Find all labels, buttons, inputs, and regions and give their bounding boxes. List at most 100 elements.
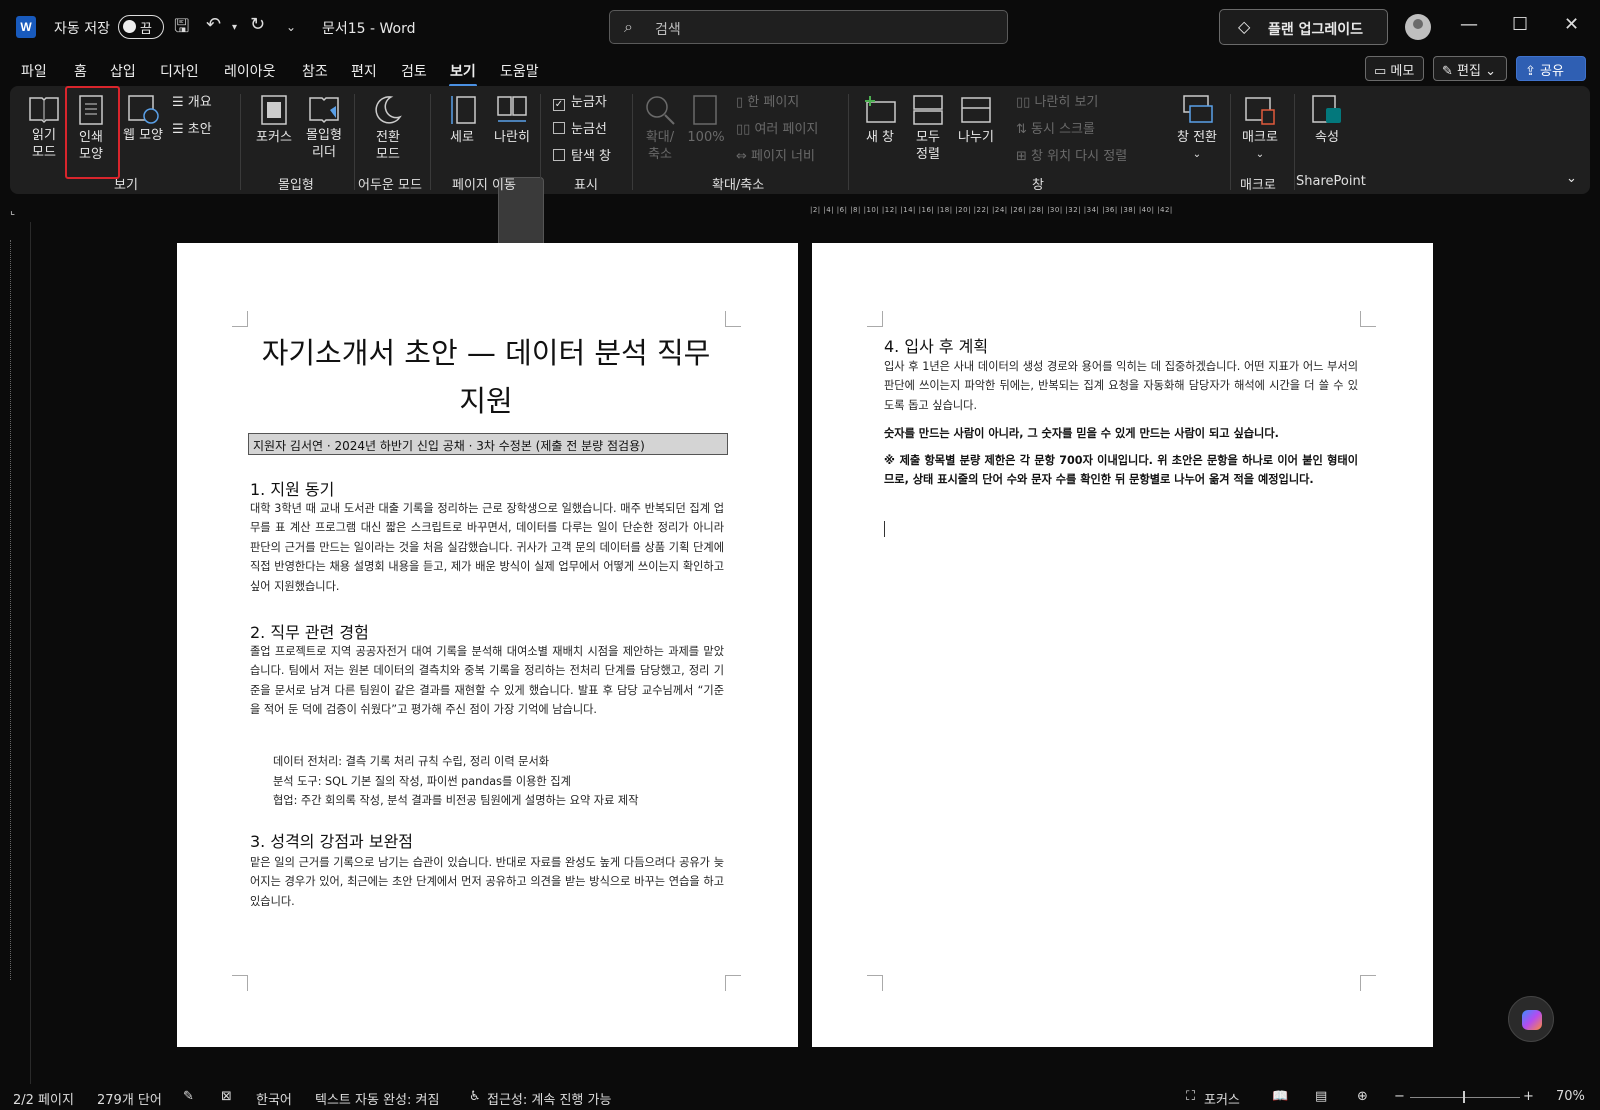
page-width-icon: ⇔	[736, 149, 752, 164]
chevron-down-icon: ⌄	[1192, 149, 1202, 160]
avatar[interactable]	[1405, 14, 1431, 40]
tab-file[interactable]: 파일	[21, 61, 47, 81]
track-changes-icon[interactable]: ⊠	[221, 1089, 232, 1104]
draft-button[interactable]: ☰ 초안	[172, 121, 232, 138]
chevron-down-icon: ⌄	[1255, 149, 1265, 160]
close-icon[interactable]: ✕	[1564, 14, 1579, 35]
divider	[1230, 94, 1231, 190]
gridlines-checkbox[interactable]: 눈금선	[553, 121, 607, 138]
one-page-button[interactable]: ▯ 한 페이지	[736, 94, 799, 111]
divider	[354, 94, 355, 190]
zoom-level[interactable]: 70%	[1556, 1089, 1585, 1104]
horizontal-ruler[interactable]: |2| |4| |6| |8| |10| |12| |14| |16| |18|…	[810, 206, 1434, 218]
document-page-1[interactable]: 자기소개서 초안 — 데이터 분석 직무 지원 지원자 김서연 · 2024년 …	[177, 243, 798, 1047]
switch-mode-button[interactable]: 전환 모드	[368, 94, 408, 163]
side-by-side-button[interactable]: 나란히	[488, 94, 536, 146]
tab-review[interactable]: 검토	[401, 61, 427, 81]
macros-label: 매크로	[1242, 130, 1278, 145]
page-width-label: 페이지 너비	[751, 149, 815, 164]
split-icon	[961, 97, 991, 123]
zoom-100-button[interactable]: 100%	[686, 94, 726, 146]
vertical-ruler[interactable]	[10, 240, 22, 980]
focus-button[interactable]: 포커스	[252, 94, 296, 146]
tab-view[interactable]: 보기	[449, 61, 477, 87]
tab-stop-icon[interactable]: ⌞	[10, 204, 15, 217]
web-layout-icon[interactable]: ⊕	[1357, 1089, 1368, 1104]
redo-icon[interactable]: ↻	[250, 14, 265, 35]
sync-scroll-button[interactable]: ⇅ 동시 스크롤	[1016, 121, 1095, 138]
customize-qat-icon[interactable]: ⌄	[286, 20, 296, 34]
new-window-button[interactable]: 새 창	[860, 94, 900, 146]
zoom-out-icon[interactable]: −	[1394, 1089, 1405, 1104]
maximize-icon[interactable]: ☐	[1512, 14, 1528, 35]
divider	[848, 94, 849, 190]
zoom-slider[interactable]	[1410, 1097, 1520, 1098]
tab-layout[interactable]: 레이아웃	[224, 61, 276, 81]
nav-pane-label: 탐색 창	[571, 149, 612, 164]
tab-design[interactable]: 디자인	[160, 61, 199, 81]
word-count[interactable]: 279개 단어	[97, 1089, 162, 1108]
undo-dropdown-icon[interactable]: ▾	[232, 22, 237, 33]
search-box[interactable]: ⌕ 검색	[609, 10, 1008, 44]
upgrade-plan-button[interactable]: ◇ 플랜 업그레이드	[1219, 9, 1388, 45]
read-mode-button[interactable]: 읽기 모드	[26, 94, 62, 161]
view-side-by-side-button[interactable]: ▯▯ 나란히 보기	[1016, 94, 1098, 111]
save-icon[interactable]: 🖫	[174, 14, 189, 44]
nav-pane-checkbox[interactable]: 탐색 창	[553, 148, 611, 165]
focus-icon: ⛶	[1186, 1089, 1196, 1104]
autosave-label: 자동 저장	[54, 21, 110, 37]
web-layout-button[interactable]: 웹 모양	[118, 94, 168, 144]
minimize-icon[interactable]: —	[1460, 14, 1478, 35]
multi-page-button[interactable]: ▯▯ 여러 페이지	[736, 121, 818, 138]
reset-window-button[interactable]: ⊞ 창 위치 다시 정렬	[1016, 148, 1127, 165]
accessibility-status[interactable]: 접근성: 계속 진행 가능	[487, 1089, 611, 1108]
properties-button[interactable]: 속성	[1304, 94, 1350, 146]
switch-window-label: 창 전환	[1176, 130, 1217, 145]
print-layout-icon[interactable]: ▤	[1315, 1089, 1327, 1104]
draft-label: 초안	[187, 122, 212, 137]
arrange-all-button[interactable]: 모두 정렬	[908, 94, 948, 163]
read-mode-icon[interactable]: 📖	[1272, 1089, 1288, 1104]
collapse-ribbon-icon[interactable]: ⌄	[1566, 170, 1577, 187]
split-button[interactable]: 나누기	[954, 94, 998, 146]
zoom-button[interactable]: 확대/ 축소	[640, 94, 680, 163]
outline-button[interactable]: ☰ 개요	[172, 94, 232, 111]
tab-references[interactable]: 참조	[302, 61, 328, 81]
one-page-icon: ▯	[736, 95, 748, 110]
crop-mark	[1360, 975, 1376, 991]
immersive-reader-button[interactable]: 몰입형 리더	[300, 94, 348, 161]
switch-window-button[interactable]: 창 전환 ⌄	[1172, 94, 1222, 163]
tab-mailings[interactable]: 편지	[351, 61, 377, 81]
document-page-2[interactable]: 4. 입사 후 계획 입사 후 1년은 사내 데이터의 생성 경로와 용어를 익…	[812, 243, 1433, 1047]
zoom-in-icon[interactable]: +	[1523, 1089, 1534, 1104]
tab-insert[interactable]: 삽입	[110, 61, 136, 81]
tab-home[interactable]: 홈	[74, 61, 87, 81]
paragraph-3: 맡은 일의 근거를 기록으로 남기는 습관이 있습니다. 반대로 자료를 완성도…	[250, 856, 724, 908]
list-item: 분석 도구: SQL 기본 질의 작성, 파이썬 pandas를 이용한 집계	[273, 775, 571, 788]
focus-status[interactable]: 포커스	[1204, 1089, 1240, 1108]
proofing-icon[interactable]: ✎	[183, 1089, 194, 1104]
autocomplete-status[interactable]: 텍스트 자동 완성: 켜짐	[315, 1089, 439, 1108]
document-title: 문서15 - Word	[322, 21, 416, 37]
copilot-button[interactable]	[1508, 996, 1554, 1042]
memo-button[interactable]: ▭ 메모	[1365, 56, 1424, 81]
macros-button[interactable]: 매크로 ⌄	[1238, 94, 1282, 163]
bold-note: ※ 제출 항목별 분량 제한은 각 문항 700자 이내입니다. 위 초안은 문…	[884, 454, 1358, 487]
share-button[interactable]: ⇪ 공유 ⌄	[1516, 56, 1586, 94]
list-item: 데이터 전처리: 결측 기록 처리 규칙 수립, 정리 이력 문서화	[273, 755, 550, 768]
page-width-button[interactable]: ⇔ 페이지 너비	[736, 148, 815, 165]
share-label: 공유	[1540, 64, 1564, 79]
zoom-slider-thumb[interactable]	[1463, 1091, 1465, 1103]
crop-mark	[1360, 311, 1376, 327]
web-layout-label: 웹 모양	[122, 128, 163, 143]
undo-icon[interactable]: ↶	[206, 14, 221, 35]
page-count[interactable]: 2/2 페이지	[13, 1089, 74, 1108]
properties-label: 속성	[1315, 130, 1339, 145]
ruler-checkbox[interactable]: ✓ 눈금자	[553, 94, 607, 111]
magnifier-icon	[646, 96, 675, 125]
vertical-button[interactable]: 세로	[442, 94, 482, 146]
language-status[interactable]: 한국어	[256, 1089, 292, 1108]
tab-help[interactable]: 도움말	[500, 61, 539, 81]
autosave-toggle[interactable]: 끔	[118, 15, 164, 39]
editing-mode-button[interactable]: ✎ 편집 ⌄	[1433, 56, 1507, 81]
